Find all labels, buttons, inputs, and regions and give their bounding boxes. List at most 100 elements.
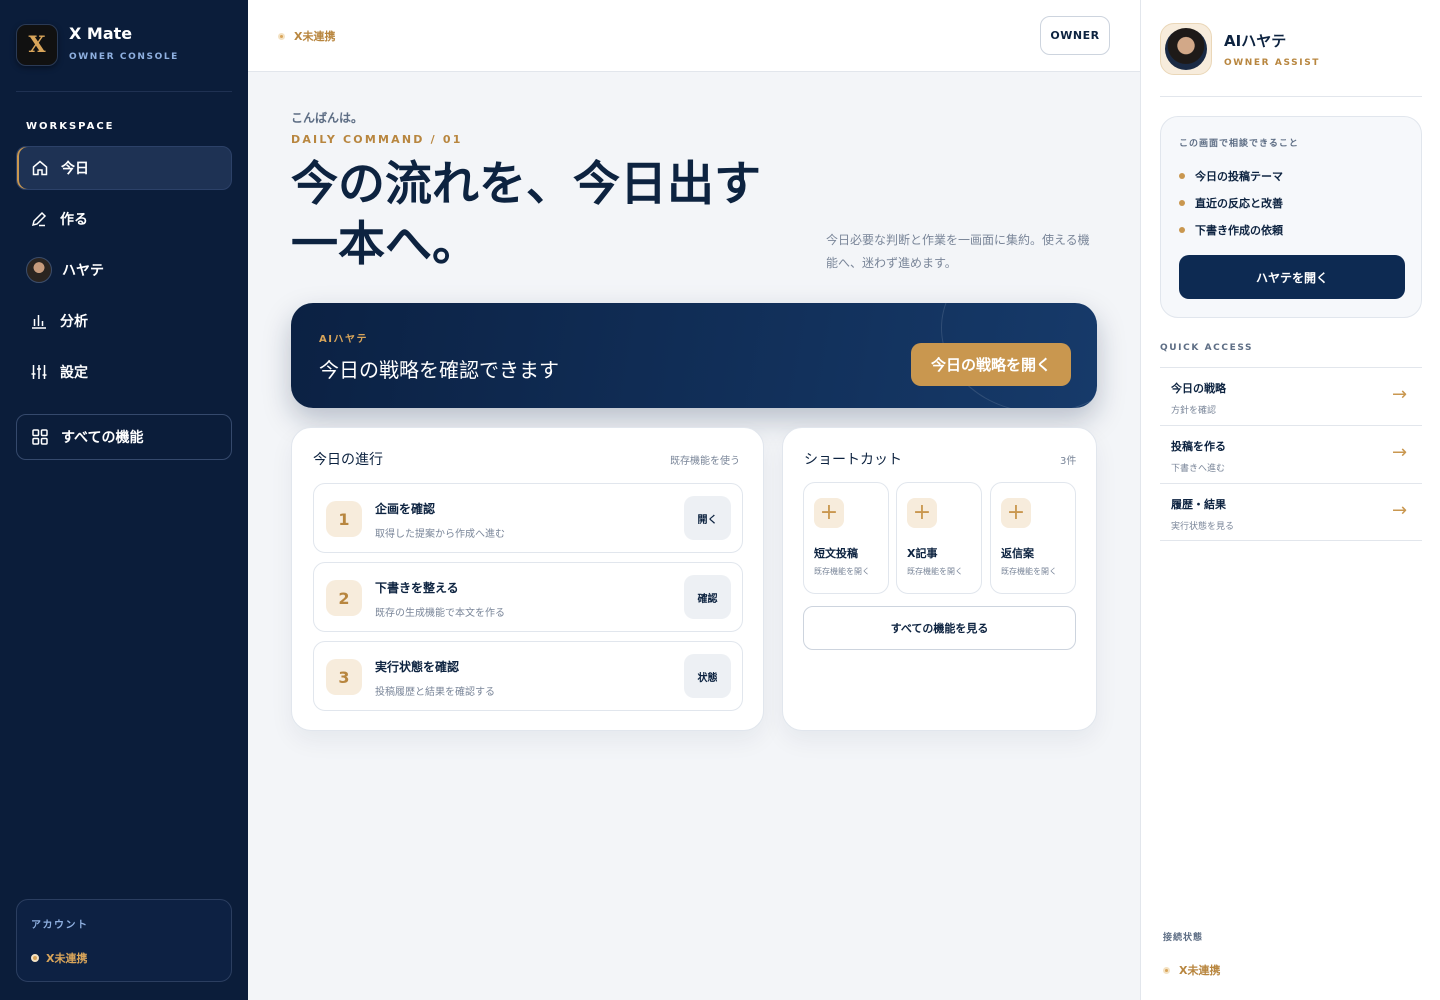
step-number: 3 — [326, 659, 362, 695]
account-status-text: X未連携 — [46, 952, 88, 965]
shortcut-title: X記事 — [907, 547, 938, 560]
avatar — [1160, 23, 1212, 75]
step-number: 1 — [326, 501, 362, 537]
account-box[interactable]: アカウント X未連携 — [16, 899, 232, 982]
consult-heading: この画面で相談できること — [1179, 139, 1299, 149]
open-strategy-button[interactable]: 今日の戦略を開く — [911, 343, 1071, 386]
shortcut-tile[interactable]: + 短文投稿 既存機能を開く — [803, 482, 889, 594]
step-description: 既存の生成機能で本文を作る — [375, 608, 505, 619]
quick-access-item[interactable]: 投稿を作る 下書きへ進む → — [1160, 425, 1422, 483]
assist-name: AIハヤテ — [1224, 32, 1287, 50]
brand-subtitle: OWNER CONSOLE — [69, 52, 179, 62]
divider — [1160, 96, 1422, 97]
nav-section-label: WORKSPACE — [26, 121, 115, 132]
hero-title: 今日の戦略を確認できます — [319, 358, 559, 382]
connection-status-badge: X未連携 — [278, 28, 335, 44]
account-label: アカウント — [31, 920, 89, 931]
plus-icon: + — [907, 498, 937, 528]
all-features-label: すべての機能 — [61, 430, 144, 446]
sidebar-item-label: 作る — [60, 212, 88, 228]
status-dot-icon — [1163, 966, 1170, 974]
connection-label: 接続状態 — [1163, 933, 1204, 943]
sidebar-item-hayate[interactable]: ハヤテ — [16, 248, 232, 292]
progress-card-title: 今日の進行 — [313, 452, 383, 468]
assist-panel: AIハヤテ OWNER ASSIST この画面で相談できること 今日の投稿テーマ… — [1140, 0, 1440, 1000]
view-all-features-button[interactable]: すべての機能を見る — [803, 606, 1076, 650]
consult-box: この画面で相談できること 今日の投稿テーマ 直近の反応と改善 下書き作成の依頼 … — [1160, 116, 1422, 318]
avatar-face — [1165, 28, 1207, 70]
step-description: 取得した提案から作成へ進む — [375, 529, 505, 540]
step-number: 2 — [326, 580, 362, 616]
grid-icon — [30, 427, 50, 447]
shortcut-description: 既存機能を開く — [814, 567, 870, 576]
hero-tag: AIハヤテ — [319, 334, 368, 345]
open-hayate-button[interactable]: ハヤテを開く — [1179, 255, 1405, 299]
topbar: X未連携 OWNER — [248, 0, 1140, 72]
shortcut-tile[interactable]: + 返信案 既存機能を開く — [990, 482, 1076, 594]
plus-icon: + — [814, 498, 844, 528]
pen-icon — [29, 209, 49, 229]
connection-status-text: X未連携 — [1179, 964, 1221, 977]
step-open-button[interactable]: 開く — [684, 496, 731, 540]
step-item[interactable]: 2 下書きを整える 既存の生成機能で本文を作る 確認 — [313, 562, 743, 632]
quick-access-label: QUICK ACCESS — [1160, 343, 1254, 353]
step-confirm-button[interactable]: 確認 — [684, 575, 731, 619]
chart-icon — [29, 311, 49, 331]
account-status: X未連携 — [31, 950, 87, 966]
step-status-button[interactable]: 状態 — [684, 654, 731, 698]
arrow-right-icon: → — [1392, 500, 1408, 521]
step-description: 投稿履歴と結果を確認する — [375, 687, 495, 698]
step-item[interactable]: 1 企画を確認 取得した提案から作成へ進む 開く — [313, 483, 743, 553]
shortcut-description: 既存機能を開く — [1001, 567, 1057, 576]
sidebar-item-label: 今日 — [61, 161, 89, 177]
sidebar-item-label: 設定 — [60, 365, 88, 381]
quick-access-description: 方針を確認 — [1171, 406, 1217, 416]
greeting: こんばんは。 — [291, 111, 364, 125]
shortcuts-card: ショートカット 3件 + 短文投稿 既存機能を開く + X記事 既存機能を開く … — [782, 427, 1097, 731]
quick-access-item[interactable]: 今日の戦略 方針を確認 → — [1160, 367, 1422, 425]
sidebar-item-label: ハヤテ — [62, 263, 104, 279]
sidebar-item-create[interactable]: 作る — [16, 197, 232, 241]
step-item[interactable]: 3 実行状態を確認 投稿履歴と結果を確認する 状態 — [313, 641, 743, 711]
daily-command-label: DAILY COMMAND / 01 — [291, 133, 463, 146]
assist-subtitle: OWNER ASSIST — [1224, 58, 1321, 68]
step-title: 企画を確認 — [375, 502, 436, 516]
shortcut-tile[interactable]: + X記事 既存機能を開く — [896, 482, 982, 594]
arrow-right-icon: → — [1392, 442, 1408, 463]
page-title: 今の流れを、今日出す一本へ。 — [291, 157, 761, 272]
status-dot-icon — [31, 954, 39, 962]
brand: X X Mate OWNER CONSOLE — [16, 22, 232, 92]
connection-status-text: X未連携 — [294, 30, 336, 43]
owner-button[interactable]: OWNER — [1040, 16, 1110, 55]
avatar — [26, 257, 52, 283]
sidebar-item-label: 分析 — [60, 314, 88, 330]
progress-card: 今日の進行 既存機能を使う 1 企画を確認 取得した提案から作成へ進む 開く 2… — [291, 427, 764, 731]
shortcuts-count: 3件 — [1060, 456, 1077, 467]
sidebar-item-analytics[interactable]: 分析 — [16, 299, 232, 343]
progress-card-meta: 既存機能を使う — [670, 456, 740, 467]
step-title: 下書きを整える — [375, 581, 459, 595]
brand-logo: X — [16, 24, 58, 66]
quick-access-title: 履歴・結果 — [1171, 498, 1226, 511]
brand-title: X Mate — [69, 24, 133, 43]
quick-access-title: 今日の戦略 — [1171, 382, 1226, 395]
sidebar-item-settings[interactable]: 設定 — [16, 350, 232, 394]
shortcut-description: 既存機能を開く — [907, 567, 963, 576]
shortcut-title: 返信案 — [1001, 547, 1034, 560]
quick-access-description: 下書きへ進む — [1171, 464, 1226, 474]
plus-icon: + — [1001, 498, 1031, 528]
sliders-icon — [29, 362, 49, 382]
quick-access-title: 投稿を作る — [1171, 440, 1226, 453]
shortcut-title: 短文投稿 — [814, 547, 858, 560]
quick-access-description: 実行状態を見る — [1171, 522, 1235, 532]
consult-item: 今日の投稿テーマ — [1179, 168, 1283, 184]
page-description: 今日必要な判断と作業を一画面に集約。使える機能へ、迷わず進めます。 — [826, 233, 1090, 270]
step-title: 実行状態を確認 — [375, 660, 460, 674]
all-features-button[interactable]: すべての機能 — [16, 414, 232, 460]
status-dot-icon — [278, 32, 285, 40]
sidebar-item-today[interactable]: 今日 — [16, 146, 232, 190]
hero-banner: AIハヤテ 今日の戦略を確認できます 今日の戦略を開く — [291, 303, 1097, 408]
home-icon — [30, 158, 50, 178]
quick-access-item[interactable]: 履歴・結果 実行状態を見る → — [1160, 483, 1422, 541]
consult-item: 下書き作成の依頼 — [1179, 222, 1283, 238]
